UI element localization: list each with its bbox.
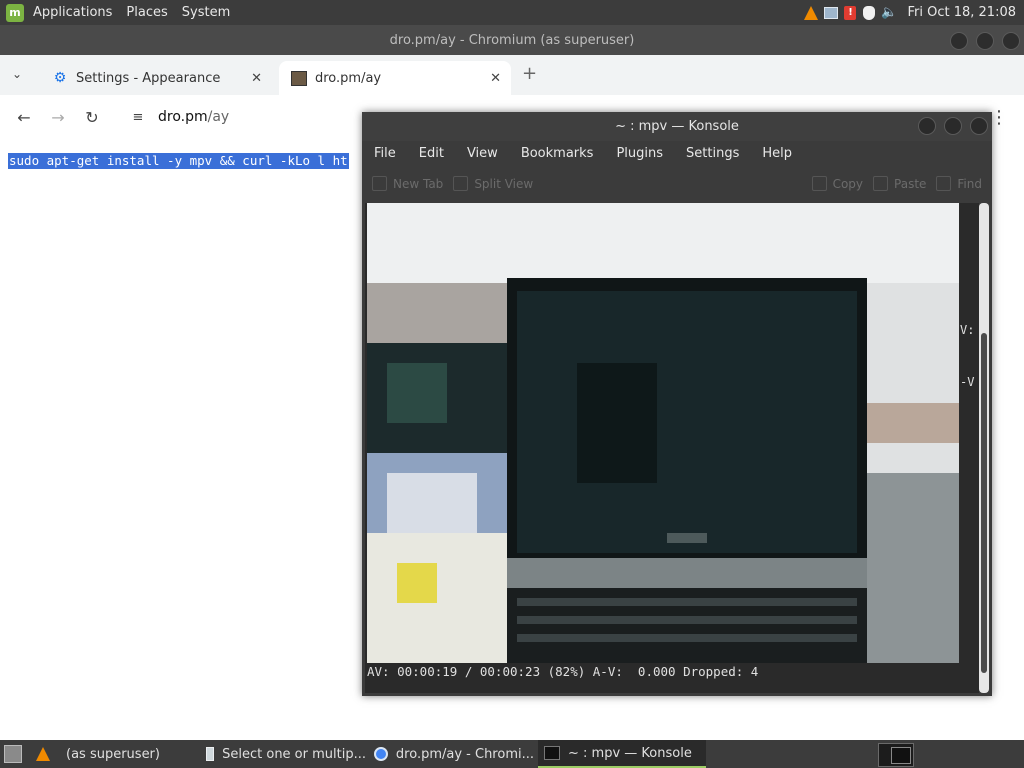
tab-dro-pm[interactable]: dro.pm/ay ✕ [279,61,511,95]
paste-button[interactable]: Paste [873,176,926,191]
top-panel: m Applications Places System ! 🔈 Fri Oct… [0,0,1024,25]
maximize-button[interactable] [944,117,962,135]
close-button[interactable] [1002,32,1020,50]
site-info-icon[interactable]: ≡ [128,110,148,125]
mpv-status-line: AV: 00:00:19 / 00:00:23 (82%) A-V: 0.000… [367,664,759,679]
konsole-window: ~ : mpv — Konsole File Edit View Bookmar… [362,112,992,696]
find-label: Find [957,176,982,191]
minimize-button[interactable] [950,32,968,50]
vlc-icon [36,747,50,761]
menu-settings[interactable]: Settings [674,146,750,161]
copy-button[interactable]: Copy [811,176,864,191]
chromium-icon [374,747,388,761]
chromium-titlebar: dro.pm/ay - Chromium (as superuser) [0,25,1024,55]
menu-help[interactable]: Help [750,146,803,161]
menu-plugins[interactable]: Plugins [604,146,674,161]
vlc-tray-icon[interactable] [804,5,819,20]
workspace-window-preview [891,747,911,764]
selected-command-text[interactable]: sudo apt-get install -y mpv && curl -kLo… [8,153,349,169]
tab-bar: ⌄ ⚙ Settings - Appearance ✕ dro.pm/ay ✕ … [0,55,1024,96]
task-label: dro.pm/ay - Chromi... [395,746,534,762]
konsole-menubar: File Edit View Bookmarks Plugins Setting… [362,141,992,165]
system-tray: ! 🔈 Fri Oct 18, 21:08 [801,0,1024,25]
tab-settings-appearance[interactable]: ⚙ Settings - Appearance ✕ [40,61,272,95]
tab-label: dro.pm/ay [315,70,382,86]
back-arrow-icon[interactable]: ← [14,108,34,127]
pixelated-laptop-image [367,203,959,663]
mpv-video-frame [367,203,959,663]
split-view-icon [453,176,469,191]
menu-places[interactable]: Places [119,0,174,25]
find-icon [936,176,952,191]
page-favicon-icon [291,70,307,86]
konsole-titlebar: ~ : mpv — Konsole [362,112,992,141]
close-button[interactable] [970,117,988,135]
top-menu: m Applications Places System [0,0,237,25]
task-konsole[interactable]: ~ : mpv — Konsole [538,740,706,768]
terminal-area[interactable]: V: -V AV: 00:00:19 / 00:00:23 (82%) A-V:… [365,203,979,693]
url-path: /ay [207,109,230,125]
volume-icon[interactable]: 🔈 [881,5,897,20]
paste-icon [873,176,889,191]
terminal-scrollbar[interactable] [979,203,989,693]
paste-label: Paste [894,176,927,191]
split-view-button[interactable]: Split View [453,176,533,191]
taskbar: (as superuser) Select one or multip... d… [0,740,1024,768]
tab-label: Settings - Appearance [76,70,221,86]
clock[interactable]: Fri Oct 18, 21:08 [899,5,1024,20]
update-alert-icon[interactable]: ! [844,5,857,20]
new-tab-label: New Tab [393,176,444,191]
dialog-icon [206,747,215,761]
menu-applications[interactable]: Applications [26,0,119,25]
menu-system[interactable]: System [175,0,237,25]
task-label: ~ : mpv — Konsole [568,745,692,761]
mint-logo-icon[interactable]: m [6,3,24,22]
copy-label: Copy [832,176,864,191]
close-tab-icon[interactable]: ✕ [251,71,262,86]
scrollbar-thumb[interactable] [981,333,987,673]
menu-file[interactable]: File [362,146,407,161]
terminal-fragment: V: [960,323,975,337]
show-desktop-icon[interactable] [4,745,22,763]
task-chromium[interactable]: dro.pm/ay - Chromi... [374,740,534,768]
url-host: dro.pm [158,109,208,125]
workspace-switcher[interactable] [878,743,914,767]
task-label: (as superuser) [66,746,160,762]
terminal-fragment: -V [960,375,975,389]
reload-icon[interactable]: ↻ [82,108,102,127]
terminal-icon [544,746,560,760]
new-tab-icon [372,176,387,191]
new-tab-button[interactable]: New Tab [372,176,443,191]
chrome-menu-icon[interactable]: ⋮ [990,107,1008,128]
minimize-button[interactable] [918,117,936,135]
menu-edit[interactable]: Edit [407,146,455,161]
close-tab-icon[interactable]: ✕ [490,71,501,86]
konsole-toolbar: New Tab Split View Copy Paste Find [362,165,992,202]
task-label: Select one or multip... [222,746,366,762]
address-bar[interactable]: ≡ dro.pm/ay [120,100,360,134]
copy-icon [811,176,827,191]
shield-icon[interactable] [862,5,876,20]
menu-bookmarks[interactable]: Bookmarks [509,146,605,161]
gear-icon: ⚙ [53,70,67,86]
forward-arrow-icon[interactable]: → [48,108,68,127]
tab-search-chevron-icon[interactable]: ⌄ [12,67,22,81]
find-button[interactable]: Find [936,176,982,191]
menu-view[interactable]: View [455,146,509,161]
konsole-window-title: ~ : mpv — Konsole [615,119,739,134]
task-vlc[interactable]: (as superuser) [36,740,200,768]
new-tab-plus-icon[interactable]: + [522,63,537,84]
maximize-button[interactable] [976,32,994,50]
split-view-label: Split View [474,176,534,191]
network-icon[interactable] [824,6,839,20]
chromium-window-title: dro.pm/ay - Chromium (as superuser) [389,32,635,48]
task-select-dialog[interactable]: Select one or multip... [206,740,366,768]
